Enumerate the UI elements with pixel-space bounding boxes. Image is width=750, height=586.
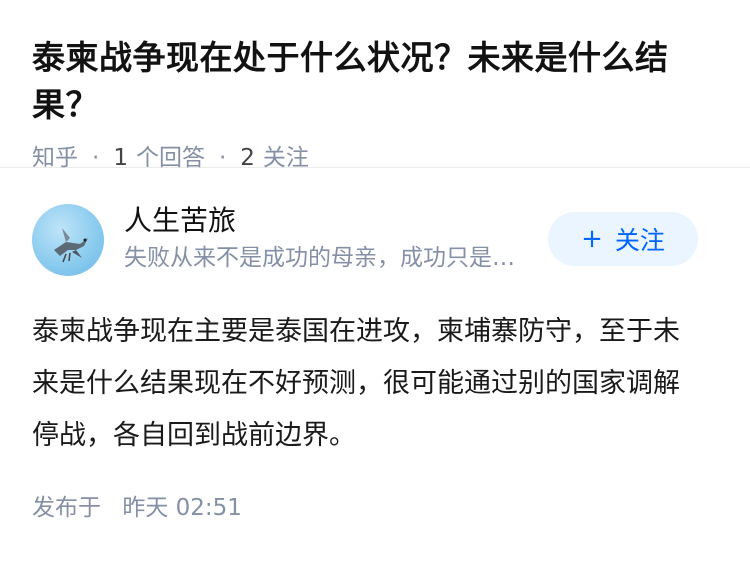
- question-meta: 知乎 · 1 个回答 · 2 关注: [32, 142, 718, 174]
- answer-page: 泰柬战争现在处于什么状况？未来是什么结果？ 知乎 · 1 个回答 · 2 关注: [0, 0, 750, 586]
- publish-time-value: 昨天 02:51: [122, 495, 242, 521]
- meta-separator: ·: [218, 145, 227, 171]
- follow-count-label: 关注: [262, 145, 309, 171]
- follow-button[interactable]: + 关注: [548, 212, 698, 266]
- answer-card: 人生苦旅 失败从来不是成功的母亲，成功只是失败的转化 + 关注 泰柬战争现在主要…: [0, 202, 750, 524]
- publish-time: 发布于 昨天 02:51: [32, 492, 718, 524]
- bird-avatar-icon[interactable]: [32, 204, 104, 276]
- source-label[interactable]: 知乎: [32, 142, 78, 174]
- author-name[interactable]: 人生苦旅: [124, 202, 544, 240]
- author-info: 人生苦旅 失败从来不是成功的母亲，成功只是失败的转化: [124, 202, 544, 274]
- question-title[interactable]: 泰柬战争现在处于什么状况？未来是什么结果？: [32, 34, 718, 128]
- answer-content[interactable]: 泰柬战争现在主要是泰国在进攻，柬埔寨防守，至于未来是什么结果现在不好预测，很可能…: [32, 306, 702, 462]
- author-row: 人生苦旅 失败从来不是成功的母亲，成功只是失败的转化 + 关注: [32, 202, 718, 312]
- plus-icon: +: [581, 224, 603, 254]
- answer-count: 1: [113, 145, 128, 171]
- follow-count: 2: [240, 145, 255, 171]
- meta-separator: ·: [92, 145, 100, 171]
- question-header: 泰柬战争现在处于什么状况？未来是什么结果？ 知乎 · 1 个回答 · 2 关注: [0, 0, 750, 171]
- author-headline: 失败从来不是成功的母亲，成功只是失败的转化: [124, 245, 536, 271]
- publish-label: 发布于: [32, 495, 101, 521]
- answer-count-label: 个回答: [135, 145, 205, 171]
- follow-button-label: 关注: [614, 226, 665, 255]
